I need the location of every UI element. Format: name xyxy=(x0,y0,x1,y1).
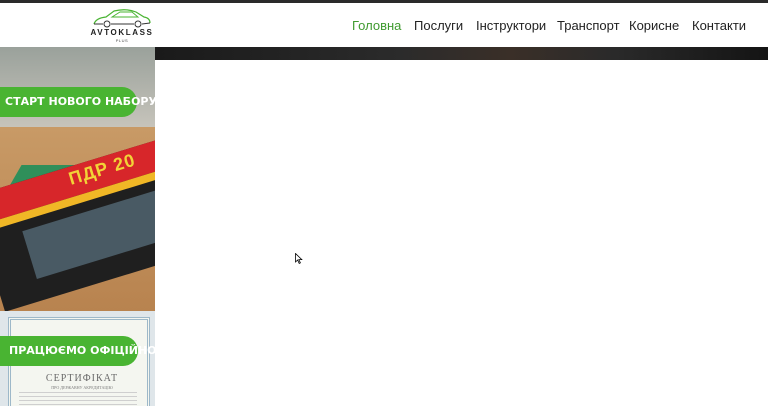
certificate-title: СЕРТИФІКАТ xyxy=(45,373,119,384)
nav-item-useful[interactable]: Корисне xyxy=(629,18,679,33)
hero-banner-strip xyxy=(155,47,768,60)
new-enrollment-button[interactable]: СТАРТ НОВОГО НАБОРУ xyxy=(0,87,157,117)
main-nav: Головна Послуги Інструктори Транспорт Ко… xyxy=(0,18,768,38)
nav-item-instructors[interactable]: Інструктори xyxy=(476,18,546,33)
mouse-cursor-icon xyxy=(295,253,303,264)
official-work-button[interactable]: ПРАЦЮЄМО ОФІЦІЙНО xyxy=(0,336,157,366)
nav-item-home[interactable]: Головна xyxy=(352,18,401,33)
nav-item-contacts[interactable]: Контакти xyxy=(692,18,746,33)
nav-item-transport[interactable]: Транспорт xyxy=(557,18,620,33)
logo-sub-text: PLUS xyxy=(115,38,129,43)
site-header: AVTOKLASS PLUS Головна Послуги Інструкто… xyxy=(0,3,768,47)
nav-item-services[interactable]: Послуги xyxy=(414,18,463,33)
certificate-subtitle: ПРО ДЕРЖАВНУ АКРЕДИТАЦІЮ xyxy=(51,385,113,390)
